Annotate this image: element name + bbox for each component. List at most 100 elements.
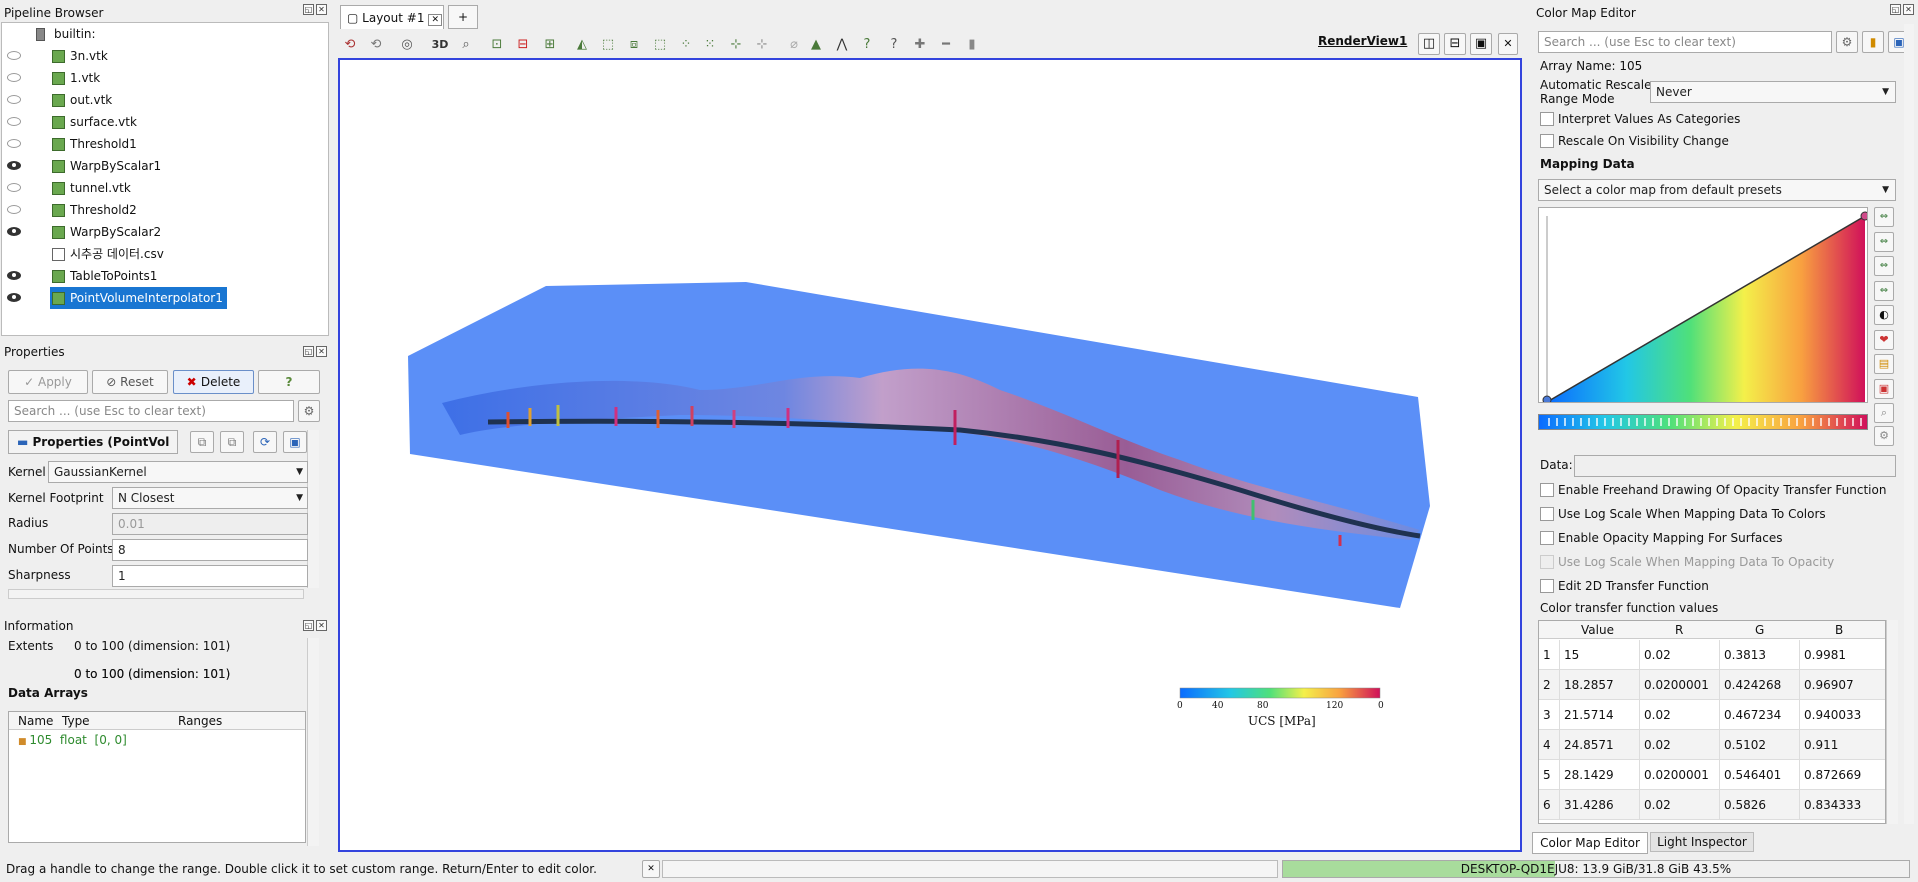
ctf-cell[interactable]: 0.9981 (1799, 640, 1879, 670)
add-tab-button[interactable]: + (448, 5, 478, 29)
pipeline-item[interactable]: 3n.vtk (2, 45, 328, 67)
array-row[interactable]: ■ 105 float [0, 0] (18, 732, 127, 750)
close-panel-button[interactable]: ✕ (1903, 4, 1914, 15)
trash-icon[interactable]: ▮ (962, 35, 982, 55)
pipeline-item[interactable]: 시추공 데이터.csv (2, 243, 328, 265)
copy-icon[interactable]: ⧉ (190, 431, 214, 453)
hover-cells-icon[interactable]: ⁙ (700, 35, 720, 55)
colormap-panel-scrollbar[interactable] (1904, 24, 1914, 824)
close-panel-button[interactable]: ✕ (316, 4, 327, 15)
remove-icon[interactable]: ━ (936, 35, 956, 55)
ctf-cell[interactable]: 0.96907 (1799, 670, 1879, 700)
opacity-handle-high[interactable] (1860, 211, 1867, 221)
pipeline-item[interactable]: WarpByScalar2 (2, 221, 328, 243)
ctf-scrollbar[interactable] (1886, 620, 1898, 824)
gear-icon[interactable]: ⚙ (298, 400, 320, 422)
toggle-3d-button[interactable]: 3D (430, 35, 450, 55)
pipeline-item[interactable]: PointVolumeInterpolator1 (2, 287, 328, 309)
visibility-eye-icon[interactable] (7, 293, 21, 302)
settings-icon[interactable]: ⚙ (1874, 426, 1894, 446)
invert-icon[interactable]: ◐ (1874, 305, 1894, 325)
number-of-points-input[interactable]: 8 (112, 539, 308, 561)
apply-button[interactable]: ✓ Apply (8, 370, 88, 394)
view-name-label[interactable]: RenderView1 (1318, 34, 1407, 48)
help-button[interactable]: ? (258, 370, 320, 394)
ctf-table-row[interactable]: 3 21.5714 0.02 0.467234 0.940033 (1539, 700, 1885, 730)
rescale-mode-select[interactable]: Never ▼ (1650, 81, 1896, 103)
gear-icon[interactable]: ⚙ (1836, 31, 1858, 53)
transfer-function-editor[interactable] (1538, 207, 1868, 403)
split-vertical-icon[interactable]: ⊟ (1444, 33, 1466, 55)
ctf-cell[interactable]: 0.02 (1639, 640, 1719, 670)
ctf-cell[interactable]: 0.5102 (1719, 730, 1799, 760)
visibility-eye-icon[interactable] (7, 205, 21, 214)
ctf-cell[interactable]: 0.0200001 (1639, 670, 1719, 700)
ctf-cell[interactable]: 0.02 (1639, 790, 1719, 820)
close-view-icon[interactable]: ✕ (1498, 33, 1518, 55)
rescale-custom-icon[interactable]: ⇔ (1874, 232, 1894, 252)
shrink-selection-icon[interactable]: ⊹ (752, 35, 772, 55)
memory-indicator[interactable]: DESKTOP-QD1EJU8: 13.9 GiB/31.8 GiB 43.5% (1282, 860, 1910, 878)
ctf-cell[interactable]: 28.1429 (1559, 760, 1639, 790)
rescale-visibility-checkbox[interactable] (1540, 134, 1554, 148)
pipeline-item[interactable]: 1.vtk (2, 67, 328, 89)
radius-input[interactable]: 0.01 (112, 513, 308, 535)
close-panel-button[interactable]: ✕ (316, 346, 327, 357)
maximize-icon[interactable]: ▣ (1470, 33, 1492, 55)
split-horizontal-icon[interactable]: ◫ (1418, 33, 1440, 55)
pipeline-item[interactable]: builtin: (2, 23, 328, 45)
select-blocks-icon[interactable]: ⬚ (650, 35, 670, 55)
ctf-cell[interactable]: 18.2857 (1559, 670, 1639, 700)
tab-light-inspector[interactable]: Light Inspector (1650, 832, 1754, 852)
layout-tab[interactable]: ▢ Layout #1 ✕ (340, 5, 444, 29)
ctf-cell[interactable]: 0.424268 (1719, 670, 1799, 700)
data-arrays-table[interactable] (8, 711, 306, 843)
float-panel-button[interactable]: ◱ (303, 346, 314, 357)
hover-query-icon[interactable]: ? (857, 35, 877, 55)
properties-section-header[interactable]: ▬ Properties (PointVol (8, 430, 178, 454)
pipeline-item[interactable]: tunnel.vtk (2, 177, 328, 199)
float-panel-button[interactable]: ◱ (303, 4, 314, 15)
properties-scrollbar[interactable] (307, 430, 319, 588)
option-checkbox[interactable] (1540, 507, 1554, 521)
ctf-cell[interactable]: 0.3813 (1719, 640, 1799, 670)
pipeline-item[interactable]: WarpByScalar1 (2, 155, 328, 177)
nan-color-icon[interactable]: ▣ (1874, 379, 1894, 399)
select-points-through-icon[interactable]: ⊞ (540, 35, 560, 55)
find-data-icon[interactable]: ▲ (806, 35, 826, 55)
ctf-cell[interactable]: 0.467234 (1719, 700, 1799, 730)
pipeline-item[interactable]: surface.vtk (2, 111, 328, 133)
float-panel-button[interactable]: ◱ (1890, 4, 1901, 15)
ctf-cell[interactable]: 0.911 (1799, 730, 1879, 760)
ctf-cell[interactable]: 0.940033 (1799, 700, 1879, 730)
properties-search-input[interactable]: Search ... (use Esc to clear text) (8, 400, 294, 422)
pipeline-item[interactable]: out.vtk (2, 89, 328, 111)
rescale-visible-icon[interactable]: ⇔ (1874, 281, 1894, 301)
ctf-cell[interactable]: 0.546401 (1719, 760, 1799, 790)
sharpness-input[interactable]: 1 (112, 565, 308, 587)
ctf-cell[interactable]: 0.0200001 (1639, 760, 1719, 790)
save-preset-icon[interactable]: ▤ (1874, 354, 1894, 374)
capture-icon[interactable]: ◎ (397, 35, 417, 55)
grow-selection-icon[interactable]: ⊹ (726, 35, 746, 55)
ctf-cell[interactable]: 0.834333 (1799, 790, 1879, 820)
ctf-cell[interactable]: 24.8571 (1559, 730, 1639, 760)
add-icon[interactable]: ✚ (910, 35, 930, 55)
colormap-icon[interactable]: ▮ (1862, 31, 1884, 53)
pipeline-item[interactable]: Threshold2 (2, 199, 328, 221)
delete-button[interactable]: ✖ Delete (173, 370, 254, 394)
advanced-icon[interactable]: ⌕ (1874, 403, 1894, 423)
visibility-eye-icon[interactable] (7, 139, 21, 148)
zoom-to-box-icon[interactable]: ⌕ (456, 35, 476, 55)
visibility-eye-icon[interactable] (7, 271, 21, 280)
ctf-cell[interactable]: 0.02 (1639, 730, 1719, 760)
clear-status-icon[interactable]: ✕ (642, 860, 660, 878)
ctf-table-row[interactable]: 4 24.8571 0.02 0.5102 0.911 (1539, 730, 1885, 760)
close-panel-button[interactable]: ✕ (316, 620, 327, 631)
interpret-categories-checkbox[interactable] (1540, 112, 1554, 126)
float-panel-button[interactable]: ◱ (303, 620, 314, 631)
pipeline-item[interactable]: Threshold1 (2, 133, 328, 155)
clear-selection-icon[interactable]: ⌀ (784, 35, 804, 55)
ctf-cell[interactable]: 0.872669 (1799, 760, 1879, 790)
colormap-search-input[interactable]: Search ... (use Esc to clear text) (1538, 31, 1832, 53)
